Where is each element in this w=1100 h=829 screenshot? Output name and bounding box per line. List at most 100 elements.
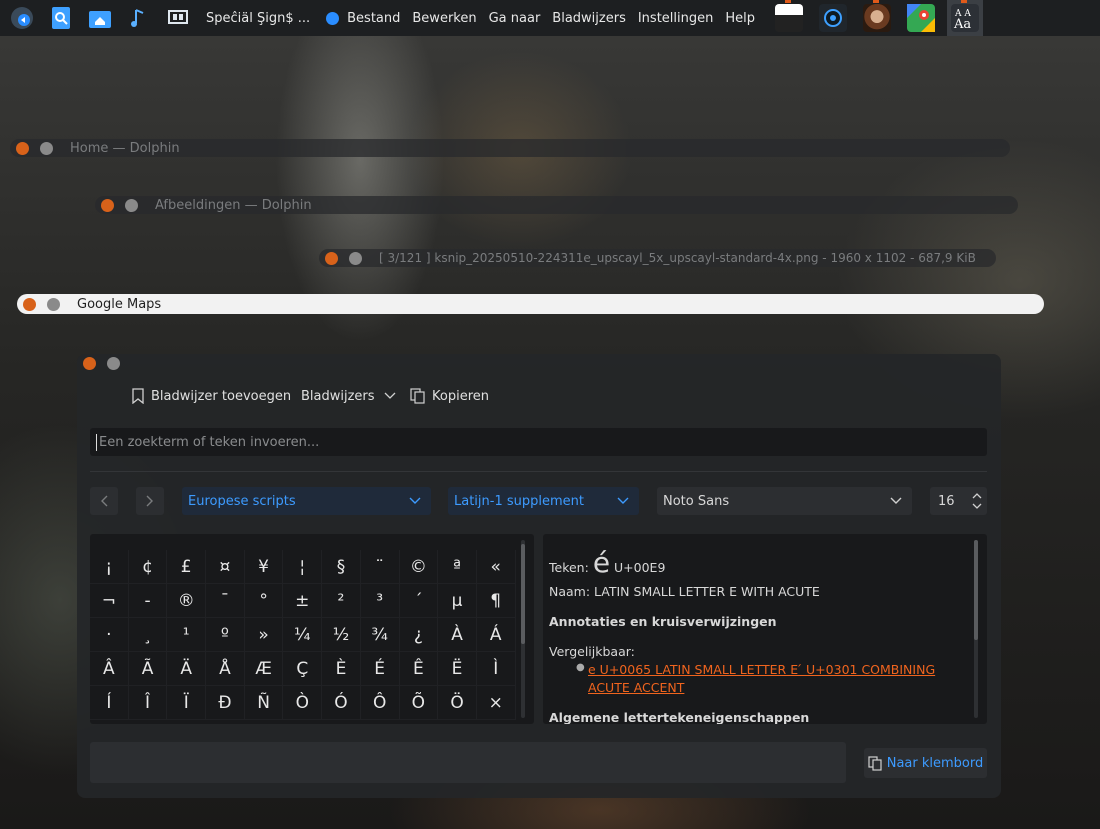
char-cell[interactable]: Ô [360, 686, 400, 720]
window-image-viewer[interactable]: [ 3/121 ] ksnip_20250510-224311e_upscayl… [319, 249, 996, 267]
char-cell[interactable]: Â [90, 652, 129, 686]
menu-help[interactable]: Help [725, 11, 755, 26]
close-icon[interactable] [83, 357, 96, 370]
minimize-icon[interactable] [47, 297, 60, 311]
window-home-dolphin[interactable]: Home — Dolphin [10, 139, 1010, 157]
char-cell[interactable]: À [438, 618, 477, 652]
char-cell[interactable]: § [322, 550, 361, 584]
char-cell[interactable]: Ï [167, 686, 207, 720]
char-cell[interactable]: ¢ [128, 550, 168, 584]
menu-bestand[interactable]: Bestand [347, 11, 400, 26]
char-cell[interactable]: ¯ [206, 584, 245, 618]
music-note-icon[interactable] [121, 0, 157, 36]
char-cell[interactable]: ³ [360, 584, 400, 618]
font-select[interactable]: Noto Sans [657, 487, 912, 515]
char-cell[interactable]: - [128, 584, 168, 618]
char-cell[interactable]: Í [90, 686, 129, 720]
char-cell[interactable]: ¾ [360, 618, 400, 652]
char-cell[interactable]: ± [283, 584, 323, 618]
char-cell[interactable]: ¥ [244, 550, 284, 584]
app-launcher-icon[interactable] [4, 0, 40, 36]
copy-button[interactable]: Kopieren [410, 386, 489, 406]
task-special-signs-icon[interactable]: A A Aa [947, 0, 983, 36]
close-icon[interactable] [325, 251, 338, 265]
char-cell[interactable]: Î [128, 686, 168, 720]
home-folder-icon[interactable] [82, 0, 118, 36]
system-monitor-icon[interactable] [160, 0, 196, 36]
to-clipboard-button[interactable]: Naar klembord [864, 748, 987, 778]
char-cell[interactable]: ° [244, 584, 284, 618]
char-cell[interactable]: ¦ [283, 550, 323, 584]
char-cell[interactable]: Ó [322, 686, 361, 720]
block-select[interactable]: Latijn-1 supplement [448, 487, 639, 515]
char-cell[interactable]: ¨ [360, 550, 400, 584]
similar-link[interactable]: e U+0065 LATIN SMALL LETTER E ́ U+0301 C… [588, 662, 935, 677]
menu-bewerken[interactable]: Bewerken [412, 11, 476, 26]
char-cell[interactable]: ¿ [399, 618, 439, 652]
bookmarks-menu-button[interactable]: Bladwijzers [301, 386, 402, 406]
font-size-spinbox[interactable]: 16 [930, 487, 987, 515]
file-search-icon[interactable] [43, 0, 79, 36]
char-cell[interactable]: µ [438, 584, 477, 618]
char-cell[interactable]: Ñ [244, 686, 284, 720]
char-cell[interactable]: « [476, 550, 516, 584]
char-cell[interactable]: × [476, 686, 516, 720]
forward-button[interactable] [136, 487, 164, 515]
char-cell[interactable]: Á [476, 618, 516, 652]
minimize-icon[interactable] [107, 357, 120, 370]
char-cell[interactable]: Ç [283, 652, 323, 686]
grid-scrollbar-thumb[interactable] [521, 544, 525, 644]
menu-ga-naar[interactable]: Ga naar [489, 11, 541, 26]
char-cell[interactable]: Ð [206, 686, 245, 720]
char-cell[interactable]: £ [167, 550, 207, 584]
minimize-icon[interactable] [349, 251, 362, 265]
detail-scrollbar-thumb[interactable] [974, 540, 978, 640]
character-grid[interactable]: ¡ ¢ £ ¤ ¥ ¦ § ¨ © ª « ¬ - ® ¯ ° ± ² ³ ´ … [90, 534, 534, 724]
char-cell[interactable]: ¶ [476, 584, 516, 618]
spin-arrows-icon[interactable] [971, 491, 983, 511]
text-buffer-input[interactable] [90, 742, 846, 783]
char-cell[interactable]: Ä [167, 652, 207, 686]
char-cell[interactable]: ¼ [283, 618, 323, 652]
char-cell[interactable]: Ì [476, 652, 516, 686]
close-icon[interactable] [23, 297, 36, 311]
char-cell[interactable]: ¬ [90, 584, 129, 618]
char-cell[interactable]: Ò [283, 686, 323, 720]
char-cell[interactable]: Å [206, 652, 245, 686]
char-cell[interactable]: ¹ [167, 618, 207, 652]
window-afbeeldingen-dolphin[interactable]: Afbeeldingen — Dolphin [95, 196, 1018, 214]
char-cell[interactable]: º [206, 618, 245, 652]
menu-instellingen[interactable]: Instellingen [638, 11, 714, 26]
char-cell[interactable]: Ê [399, 652, 439, 686]
char-cell[interactable]: ¸ [128, 618, 168, 652]
task-camera-icon[interactable] [815, 0, 851, 36]
char-cell[interactable]: Õ [399, 686, 439, 720]
char-cell[interactable]: © [399, 550, 439, 584]
search-input[interactable] [96, 433, 981, 451]
script-select[interactable]: Europese scripts [182, 487, 431, 515]
back-button[interactable] [90, 487, 118, 515]
close-icon[interactable] [16, 141, 29, 155]
char-cell[interactable]: É [360, 652, 400, 686]
char-cell[interactable]: ¤ [206, 550, 245, 584]
task-maps-icon[interactable] [903, 0, 939, 36]
char-cell[interactable]: ª [438, 550, 477, 584]
char-cell[interactable]: Ö [438, 686, 477, 720]
char-cell[interactable]: ¡ [90, 550, 129, 584]
add-bookmark-button[interactable]: Bladwijzer toevoegen [131, 386, 291, 406]
char-cell[interactable]: ½ [322, 618, 361, 652]
char-cell[interactable]: Æ [244, 652, 284, 686]
task-portrait-icon[interactable] [859, 0, 895, 36]
menu-bladwijzers[interactable]: Bladwijzers [552, 11, 626, 26]
minimize-icon[interactable] [40, 141, 53, 155]
char-cell[interactable]: · [90, 618, 129, 652]
close-icon[interactable] [101, 198, 114, 212]
char-cell[interactable]: ® [167, 584, 207, 618]
char-cell[interactable]: Ã [128, 652, 168, 686]
char-cell[interactable]: » [244, 618, 284, 652]
char-cell[interactable]: Ë [438, 652, 477, 686]
char-cell[interactable]: ² [322, 584, 361, 618]
window-google-maps[interactable]: Google Maps [17, 294, 1044, 314]
char-cell[interactable]: È [322, 652, 361, 686]
char-cell[interactable]: ´ [399, 584, 439, 618]
